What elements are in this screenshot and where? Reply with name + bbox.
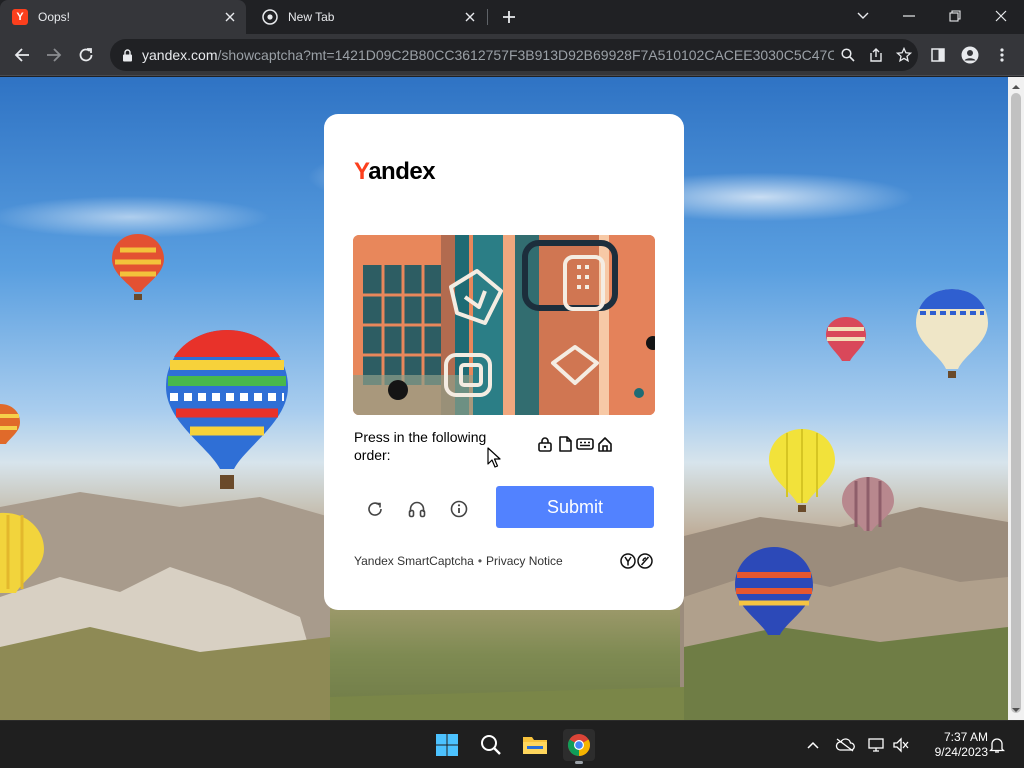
hot-air-balloon: [826, 317, 866, 361]
network-icon[interactable]: [865, 733, 889, 757]
chrome-taskbar-icon[interactable]: [563, 729, 595, 764]
page-scrollbar[interactable]: [1008, 77, 1024, 720]
hot-air-balloon: [0, 512, 44, 593]
hot-air-balloon: [916, 289, 988, 378]
side-panel-icon[interactable]: [924, 41, 952, 69]
refresh-icon: [368, 502, 382, 516]
keyboard-icon: [576, 435, 594, 453]
smartcaptcha-link[interactable]: Yandex SmartCaptcha: [354, 554, 474, 568]
restore-button[interactable]: [940, 2, 970, 30]
close-tab-icon[interactable]: [460, 7, 480, 27]
captcha-footer: Yandex SmartCaptcha • Privacy Notice: [354, 554, 563, 568]
address-bar[interactable]: yandex.com/showcaptcha?mt=1421D09C2B80CC…: [110, 39, 918, 71]
headphones-icon: [408, 501, 426, 518]
url-path: /showcaptcha?mt=1421D09C2B80CC3612757F3B…: [217, 47, 834, 63]
back-button[interactable]: [8, 41, 36, 69]
bookmark-star-icon[interactable]: [890, 41, 918, 69]
logo-letter-y: Y: [354, 158, 369, 185]
show-hidden-icons-chevron-up-icon[interactable]: [801, 733, 825, 757]
search-icon[interactable]: [834, 41, 862, 69]
hot-air-balloon: [0, 404, 20, 444]
mouse-cursor-icon: [487, 447, 501, 468]
url-text[interactable]: yandex.com/showcaptcha?mt=1421D09C2B80CC…: [142, 47, 834, 63]
hot-air-balloon: [735, 547, 813, 635]
tab-strip: Y Oops! New Tab: [0, 0, 1024, 34]
chrome-favicon-icon: [262, 9, 278, 25]
captcha-card: Yandex Press in the following order: Sub…: [324, 114, 684, 610]
windows-taskbar: 7:37 AM 9/24/2023: [0, 720, 1024, 768]
hot-air-balloon: [769, 429, 835, 512]
scrollbar-thumb[interactable]: [1011, 93, 1021, 713]
hot-air-balloon: [112, 234, 164, 300]
lock-icon[interactable]: [120, 48, 134, 62]
footer-separator: •: [477, 554, 483, 568]
clock-time: 7:37 AM: [943, 730, 988, 744]
tab-new-tab[interactable]: New Tab: [250, 0, 486, 34]
yandex-logo: Yandex: [354, 158, 436, 186]
refresh-button[interactable]: [360, 494, 390, 524]
taskbar-search-icon[interactable]: [475, 729, 507, 761]
windows-start-icon[interactable]: [431, 729, 463, 761]
system-clock[interactable]: 7:37 AM 9/24/2023: [920, 730, 988, 760]
tab-oops[interactable]: Y Oops!: [0, 0, 246, 34]
scroll-up-arrow-icon[interactable]: [1012, 83, 1020, 91]
submit-button[interactable]: Submit: [496, 486, 654, 528]
volume-muted-icon[interactable]: [889, 733, 913, 757]
profile-avatar-icon[interactable]: [956, 41, 984, 69]
document-icon: [556, 435, 574, 453]
hot-air-balloon: [842, 477, 894, 531]
tab-separator: [487, 9, 488, 25]
lock-icon: [536, 435, 554, 453]
minimize-button[interactable]: [894, 2, 924, 30]
logo-rest: andex: [368, 158, 436, 185]
yandex-circle-logo-icon: [620, 553, 654, 569]
audio-captcha-button[interactable]: [402, 494, 432, 524]
browser-toolbar: yandex.com/showcaptcha?mt=1421D09C2B80CC…: [0, 34, 1024, 76]
close-tab-icon[interactable]: [220, 7, 240, 27]
hot-air-balloon: [166, 330, 288, 489]
target-order-icons: [536, 435, 614, 453]
file-explorer-icon[interactable]: [519, 729, 551, 761]
tab-title: New Tab: [288, 10, 335, 24]
reload-button[interactable]: [72, 41, 100, 69]
onedrive-offline-icon[interactable]: [833, 733, 857, 757]
info-icon: [450, 500, 468, 518]
house-icon: [596, 435, 614, 453]
tab-title: Oops!: [38, 10, 71, 24]
scroll-down-arrow-icon[interactable]: [1012, 706, 1020, 714]
close-window-button[interactable]: [986, 2, 1016, 30]
url-host: yandex.com: [142, 47, 218, 63]
new-tab-button[interactable]: [498, 6, 520, 28]
clock-date: 9/24/2023: [934, 745, 988, 759]
kebab-menu-icon[interactable]: [988, 41, 1016, 69]
captcha-image[interactable]: [353, 235, 655, 415]
info-button[interactable]: [444, 494, 474, 524]
yandex-favicon-icon: Y: [12, 9, 28, 25]
notifications-bell-icon[interactable]: [985, 733, 1009, 757]
tab-search-chevron-down-icon[interactable]: [848, 2, 878, 30]
share-icon[interactable]: [862, 41, 890, 69]
privacy-notice-link[interactable]: Privacy Notice: [486, 554, 563, 568]
forward-button[interactable]: [40, 41, 68, 69]
